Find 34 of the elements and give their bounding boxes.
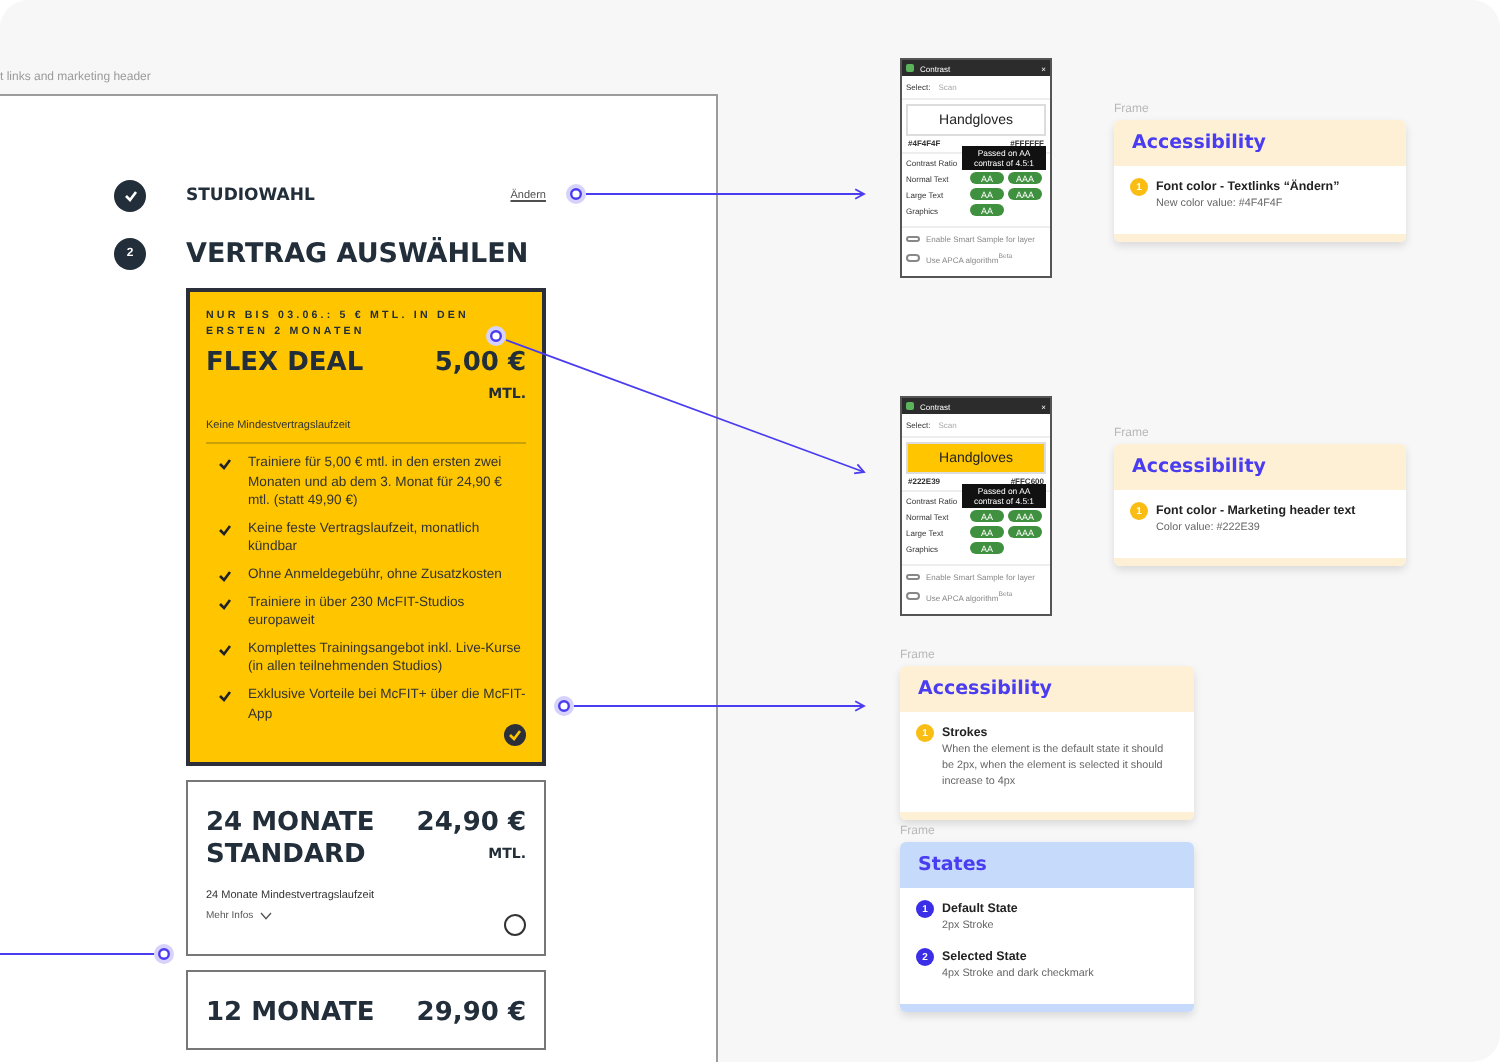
anchor-dot[interactable]: [566, 184, 586, 204]
card-heading: States: [900, 842, 1194, 888]
checkmark-icon: [218, 523, 232, 536]
radio-button[interactable]: [504, 914, 526, 937]
checkmark-icon: [218, 597, 232, 610]
toggle-switch[interactable]: [906, 235, 920, 243]
checkmark-icon: [218, 689, 232, 702]
checkmark-icon: [114, 180, 146, 212]
anchor-dot[interactable]: [486, 326, 506, 346]
card-heading: Accessibility: [1114, 120, 1406, 166]
checkmark-icon: [218, 458, 232, 470]
checkmark-icon: [218, 569, 232, 582]
toggle-switch[interactable]: [906, 254, 920, 262]
offer-name: 12 MONATE: [206, 998, 377, 1031]
plugin-logo-icon: [906, 402, 914, 410]
offer-name: FLEX DEAL: [206, 348, 366, 382]
toggle-switch[interactable]: [906, 573, 920, 581]
caret-icon: [259, 912, 272, 921]
offer-card[interactable]: 12 MONATE 29,90 €: [186, 970, 546, 1051]
plugin-logo-icon: [906, 64, 914, 72]
offer-price: 24,90 €: [416, 808, 526, 841]
offer-price: 5,00 €: [434, 348, 526, 380]
step-title: VERTRAG AUSWÄHLEN: [186, 238, 529, 270]
selected-check[interactable]: [504, 724, 526, 747]
card-heading: Accessibility: [1114, 444, 1406, 490]
anchor-dot[interactable]: [554, 696, 574, 716]
checkmark-icon: [218, 643, 232, 656]
offer-card[interactable]: [186, 288, 546, 767]
step-title: STUDIOWAHL: [186, 186, 315, 206]
offer-name: 24 MONATE STANDARD: [206, 808, 377, 873]
toggle-switch[interactable]: [906, 592, 920, 600]
card-heading: Accessibility: [900, 666, 1194, 712]
anchor-dot[interactable]: [154, 944, 174, 964]
offer-price: 29,90 €: [416, 998, 526, 1031]
